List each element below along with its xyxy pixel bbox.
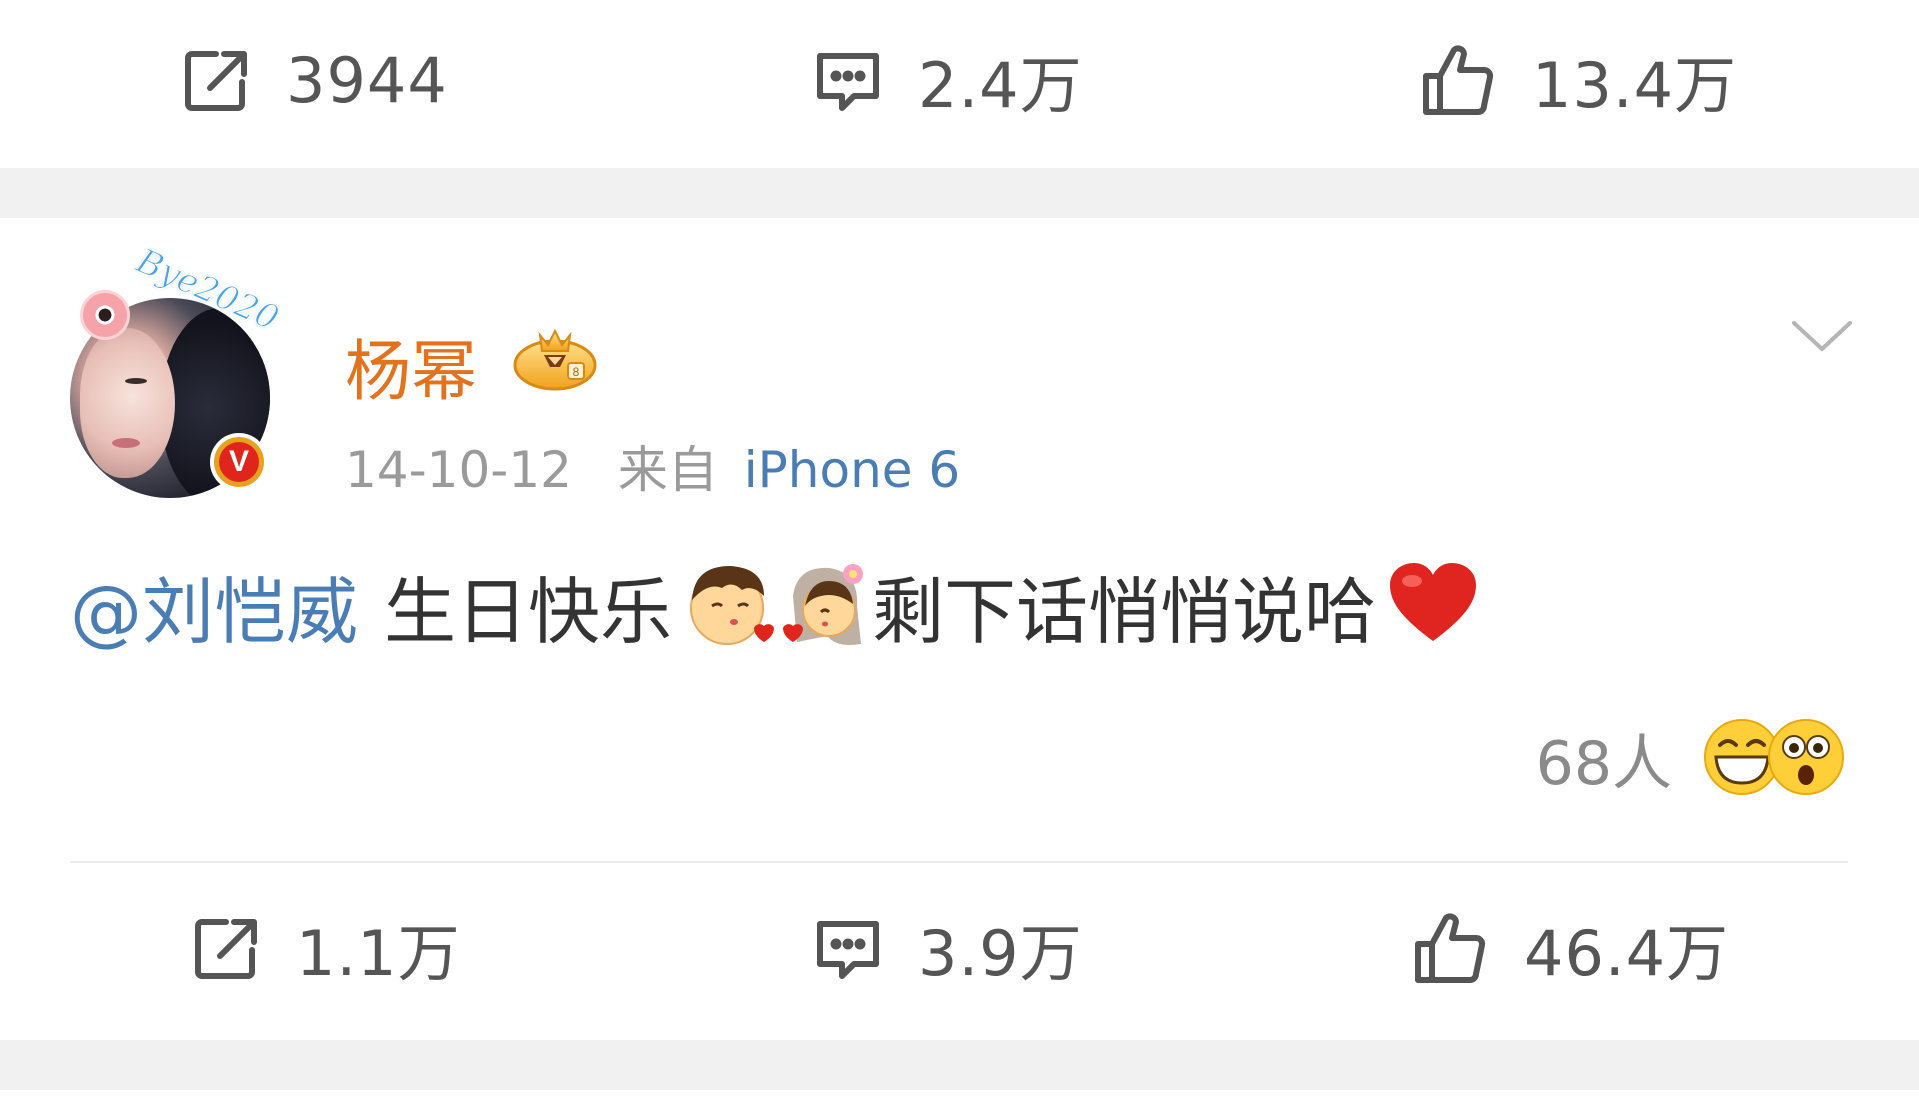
reaction-summary[interactable]: 68人 [1536, 715, 1846, 802]
verified-badge-label: V [219, 442, 259, 482]
post-text-1: 生日快乐 [384, 569, 673, 654]
post-separator [0, 168, 1919, 218]
post-date: 14-10-12 [345, 441, 572, 499]
like-count: 13.4万 [1532, 49, 1738, 122]
post-content: @刘恺威 生日快乐 剩下话悄悄说哈 [70, 560, 1481, 654]
chevron-down-icon[interactable] [1790, 315, 1854, 355]
repost-icon [190, 912, 262, 984]
avatar-flower-icon [80, 290, 130, 340]
kiss-girl-emoji [777, 556, 872, 655]
repost-count: 1.1万 [296, 917, 461, 990]
comment-count: 3.9万 [918, 917, 1083, 990]
comment-icon [812, 912, 884, 984]
verified-badge: V [210, 433, 268, 491]
avatar[interactable]: Bye2020 V [62, 241, 285, 505]
red-heart-emoji [1386, 561, 1481, 650]
reaction-count: 68人 [1535, 729, 1672, 799]
repost-count: 3944 [286, 43, 448, 117]
surprised-emoji [1766, 717, 1846, 801]
like-button[interactable]: 46.4万 [1410, 898, 1729, 998]
thumbs-up-icon [1410, 908, 1490, 988]
repost-button[interactable]: 1.1万 [190, 898, 461, 998]
like-count: 46.4万 [1524, 917, 1730, 990]
mention-link[interactable]: @刘恺威 [70, 553, 358, 658]
comment-button[interactable]: 3.9万 [812, 898, 1083, 998]
divider [70, 861, 1848, 863]
crown-badge-icon[interactable]: 8 [510, 323, 600, 393]
post-action-bar: 1.1万 3.9万 46.4万 [0, 868, 1919, 1028]
source-device-link[interactable]: iPhone 6 [744, 441, 960, 499]
top-action-bar: 3944 2.4万 13.4万 [0, 0, 1919, 160]
comment-count: 2.4万 [918, 49, 1083, 122]
like-button[interactable]: 13.4万 [1418, 30, 1737, 130]
svg-text:8: 8 [573, 365, 580, 379]
source-prefix: 来自 [617, 441, 718, 499]
comment-icon [812, 44, 884, 116]
post-meta: 14-10-12 来自 iPhone 6 [345, 430, 960, 502]
repost-button[interactable]: 3944 [180, 30, 448, 130]
username[interactable]: 杨幂 [345, 318, 477, 414]
comment-button[interactable]: 2.4万 [812, 30, 1083, 130]
repost-icon [180, 44, 252, 116]
thumbs-up-icon [1418, 40, 1498, 120]
post-text-2: 剩下话悄悄说哈 [872, 569, 1377, 654]
bottom-separator [0, 1040, 1919, 1090]
kiss-boy-emoji [682, 556, 777, 655]
